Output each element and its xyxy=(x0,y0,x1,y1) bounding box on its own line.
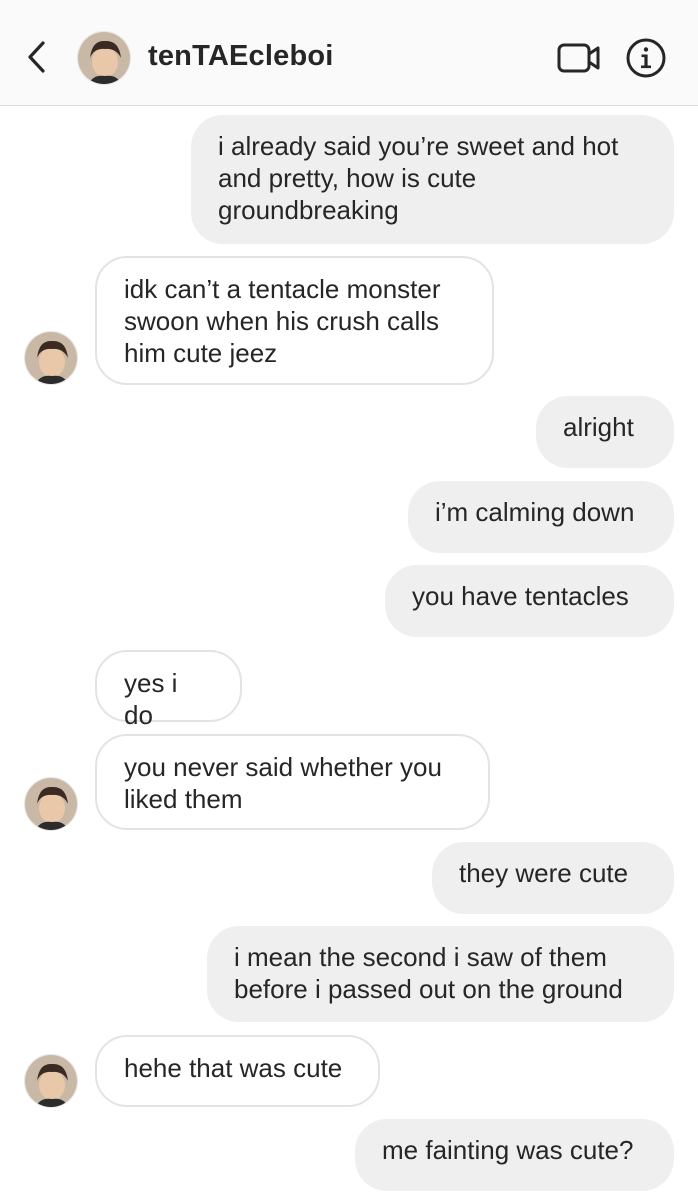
chat-header: tenTAEcleboi xyxy=(0,0,698,106)
message-bubble-outgoing[interactable]: you have tentacles xyxy=(385,565,674,637)
profile-photo xyxy=(78,32,130,84)
video-call-button[interactable] xyxy=(556,39,602,77)
message-bubble-incoming[interactable]: hehe that was cute xyxy=(95,1035,380,1107)
profile-photo xyxy=(25,1055,77,1107)
message-bubble-incoming[interactable]: yes i do xyxy=(95,650,242,730)
video-camera-icon xyxy=(557,43,600,73)
message-bubble-incoming[interactable]: idk can’t a tentacle monster swoon when … xyxy=(95,256,494,385)
sender-avatar[interactable] xyxy=(24,331,78,385)
sender-avatar[interactable] xyxy=(24,1054,78,1108)
sender-avatar[interactable] xyxy=(24,777,78,831)
message-bubble-outgoing[interactable]: i mean the second i saw of them before i… xyxy=(207,926,674,1022)
conversation-title[interactable]: tenTAEcleboi xyxy=(148,40,334,73)
info-icon xyxy=(626,38,666,78)
chevron-left-icon xyxy=(28,41,45,73)
message-bubble-incoming[interactable]: you never said whether you liked them xyxy=(95,734,490,830)
message-bubble-outgoing[interactable]: i’m calming down xyxy=(408,481,674,553)
profile-photo xyxy=(25,778,77,830)
info-button[interactable] xyxy=(625,37,667,79)
profile-photo xyxy=(25,332,77,384)
avatar[interactable] xyxy=(77,31,131,85)
message-bubble-outgoing[interactable]: alright xyxy=(536,396,674,468)
back-button[interactable] xyxy=(24,38,54,76)
message-bubble-outgoing[interactable]: i already said you’re sweet and hot and … xyxy=(191,115,674,244)
message-bubble-outgoing[interactable]: they were cute xyxy=(432,842,674,914)
message-bubble-outgoing[interactable]: me fainting was cute? xyxy=(355,1119,674,1191)
